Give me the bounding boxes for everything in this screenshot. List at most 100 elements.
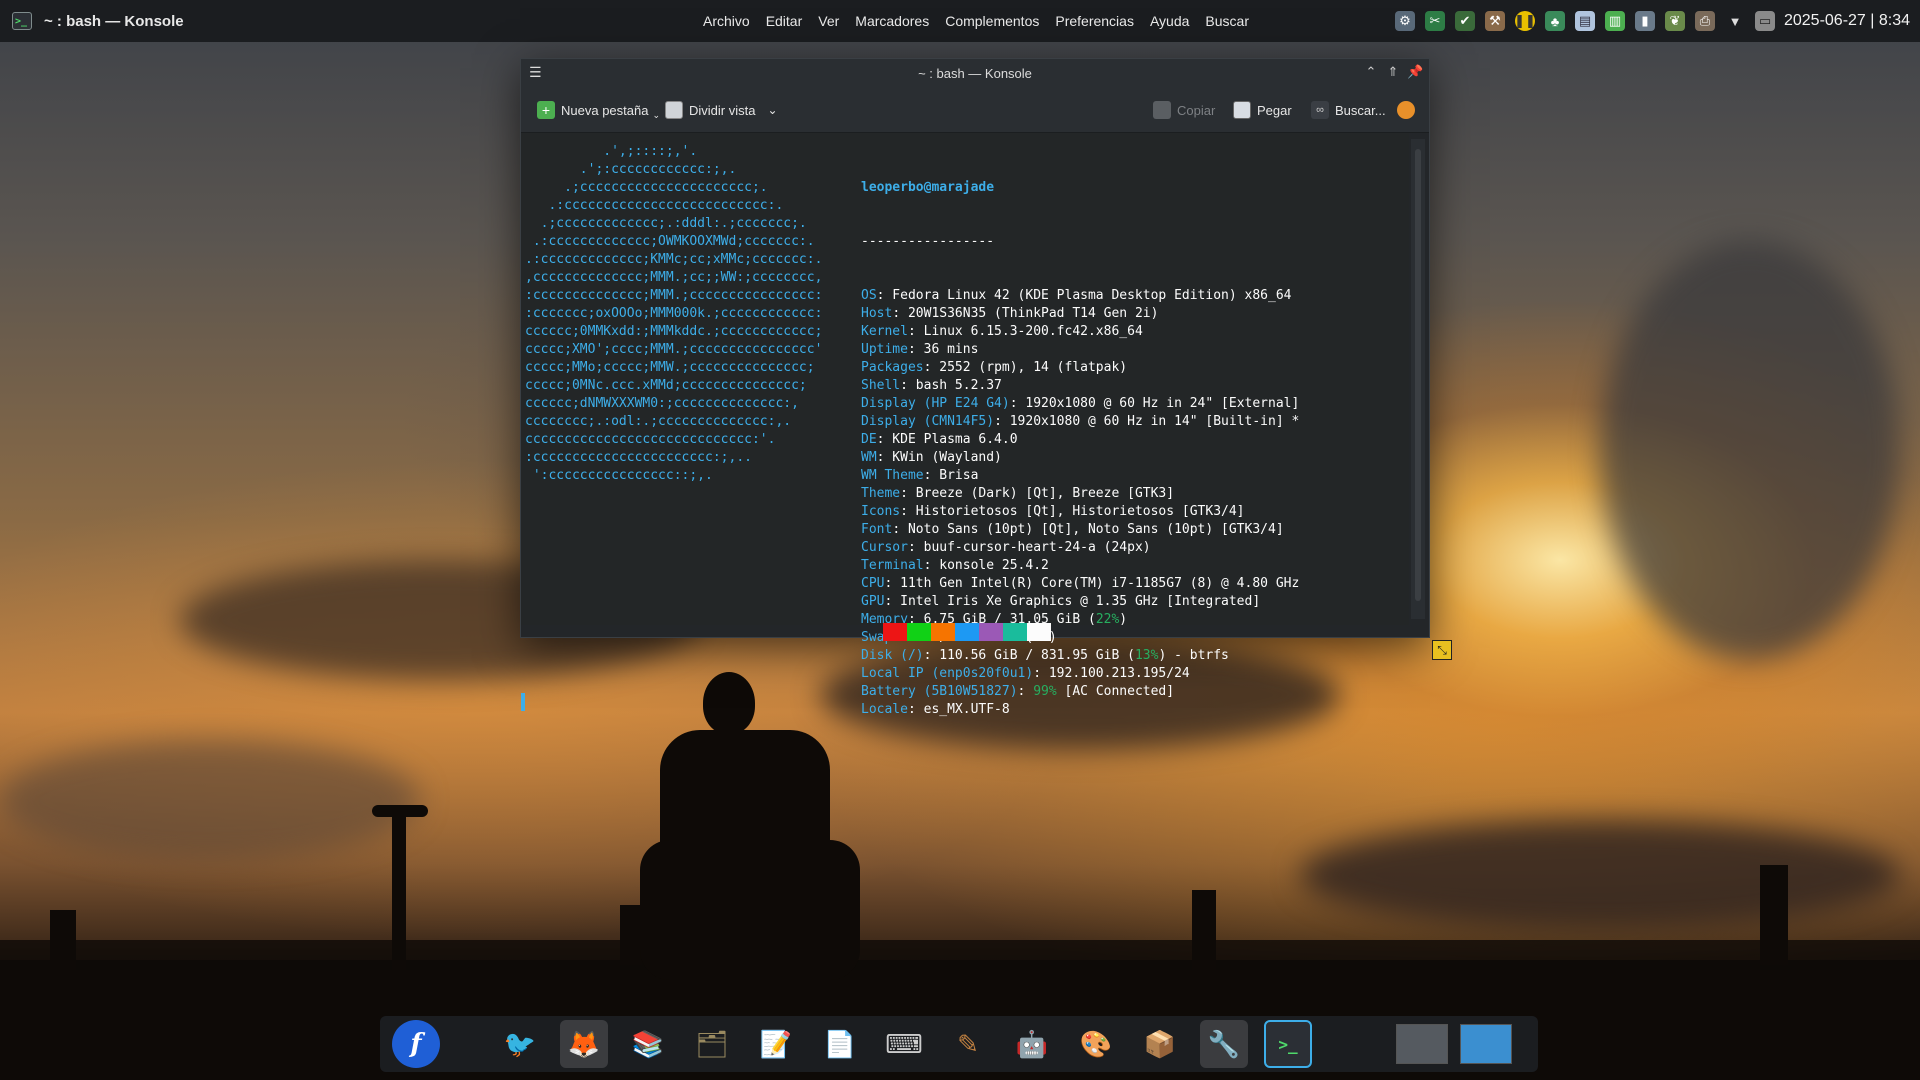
virtual-desktop-1[interactable] (1396, 1024, 1448, 1064)
logo-line: ccccc;XMO';cccc;MMM.;cccccccccccccccc' (525, 342, 823, 357)
file-manager-icon[interactable]: 🗂 (688, 1020, 736, 1068)
red-robot-icon[interactable]: 🤖 (1008, 1020, 1056, 1068)
bird-app-icon[interactable]: 🐦 (496, 1020, 544, 1068)
wifi-icon[interactable]: ▼ (1725, 11, 1745, 31)
info-key: Uptime (861, 342, 908, 357)
palette-swatch (1003, 623, 1027, 641)
app-launcher-icon[interactable]: 𝒇 (392, 1020, 440, 1068)
logo-line: .',;::::;,'. (525, 144, 698, 159)
info-tail: ) (1119, 612, 1128, 627)
terminal-icon[interactable]: >_ (1264, 1020, 1312, 1068)
logo-line: .;cccccccccccccccccccccc;. (525, 180, 768, 195)
chevron-down-icon[interactable]: ⌄ (767, 103, 777, 117)
menu-editar[interactable]: Editar (758, 13, 811, 29)
printer-icon[interactable]: ⎙ (1695, 11, 1715, 31)
split-view-icon (665, 101, 683, 119)
minimize-chevron-icon[interactable]: ⌃ (1363, 64, 1379, 80)
palette-swatch (979, 623, 1003, 641)
logo-line: :ccccccc;oxOOOo;MMM000k.;cccccccccccc: (525, 306, 823, 321)
post (1760, 865, 1788, 965)
info-line: Battery (5B10W51827): 99% [AC Connected] (861, 683, 1299, 701)
chart-icon[interactable]: ▥ (1605, 11, 1625, 31)
logo-line: ,cccccccccccccc;MMM.;cc;;WW:;cccccccc, (525, 270, 823, 285)
document-icon[interactable]: ▤ (1575, 11, 1595, 31)
network-icon[interactable]: ⚙ (1395, 11, 1415, 31)
leaf-icon[interactable]: ❦ (1665, 11, 1685, 31)
resize-grip-icon[interactable]: ⤡ (1432, 640, 1452, 660)
copy-button[interactable]: Copiar (1153, 87, 1215, 133)
info-key: Local IP (enp0s20f0u1) (861, 666, 1034, 681)
info-line: CPU: 11th Gen Intel(R) Core(TM) i7-1185G… (861, 575, 1299, 593)
menu-ver[interactable]: Ver (810, 13, 847, 29)
maximize-double-chevron-icon[interactable]: ⇑ (1385, 64, 1401, 80)
pause-icon[interactable]: ❚❚ (1514, 11, 1536, 31)
fedora-ascii-logo: .',;::::;,'. .';:cccccccccccc:;,. .;cccc… (525, 143, 822, 485)
menu-complementos[interactable]: Complementos (937, 13, 1047, 29)
group-icon[interactable]: ♣ (1545, 11, 1565, 31)
konsole-app-icon[interactable]: >_ (12, 12, 32, 30)
books-icon[interactable]: 📚 (624, 1020, 672, 1068)
palette-swatch (955, 623, 979, 641)
scrollbar-thumb[interactable] (1415, 149, 1421, 601)
tools-icon[interactable]: 🔧 (1200, 1020, 1248, 1068)
info-line: Shell: bash 5.2.37 (861, 377, 1299, 395)
find-button[interactable]: ∞ Buscar... (1311, 87, 1386, 133)
check-icon[interactable]: ✔ (1455, 11, 1475, 31)
info-line: Host: 20W1S36N35 (ThinkPad T14 Gen 2i) (861, 305, 1299, 323)
info-key: WM (861, 450, 877, 465)
info-key: Shell (861, 378, 901, 393)
display-icon[interactable]: ▭ (1755, 11, 1775, 31)
info-value: : KWin (Wayland) (876, 450, 1002, 465)
virtual-desktop-2[interactable] (1460, 1024, 1512, 1064)
find-label: Buscar... (1335, 102, 1386, 118)
new-tab-button[interactable]: + Nueva pestaña ⌄ (537, 87, 660, 133)
horizon-silhouette (0, 940, 1920, 970)
paste-label: Pegar (1257, 102, 1292, 118)
user-host: leoperbo@marajade (861, 180, 995, 195)
info-percent: 99% (1033, 684, 1057, 699)
menu-ayuda[interactable]: Ayuda (1142, 13, 1197, 29)
terminal-view[interactable]: .',;::::;,'. .';:cccccccccccc:;,. .;cccc… (521, 133, 1409, 717)
phone-icon[interactable]: ▮ (1635, 11, 1655, 31)
pen-icon[interactable]: ✎ (944, 1020, 992, 1068)
fox-browser-icon[interactable]: 🦊 (560, 1020, 608, 1068)
typewriter-icon[interactable]: ⌨ (880, 1020, 928, 1068)
logo-line: .:ccccccccccccc;OWMKOOXMWd;ccccccc:. (525, 234, 815, 249)
info-key: Kernel (861, 324, 908, 339)
window-titlebar[interactable]: ☰ ~ : bash — Konsole ⌃ ⇑ 📌 (521, 59, 1429, 87)
cloud (0, 740, 420, 860)
scissors-icon[interactable]: ✂ (1425, 11, 1445, 31)
paste-button[interactable]: Pegar (1233, 87, 1292, 133)
menu-preferencias[interactable]: Preferencias (1047, 13, 1142, 29)
info-line: Locale: es_MX.UTF-8 (861, 701, 1299, 719)
hamburger-menu-icon[interactable]: ☰ (529, 65, 543, 79)
info-key: Theme (861, 486, 901, 501)
tool-icon[interactable]: ⚒ (1485, 11, 1505, 31)
paint-palette-icon[interactable]: 🎨 (1072, 1020, 1120, 1068)
logo-line: .:cccccccccccccccccccccccccc:. (525, 198, 784, 213)
info-key: CPU (861, 576, 885, 591)
info-value: : konsole 25.4.2 (923, 558, 1049, 573)
paste-icon (1233, 101, 1251, 119)
info-line: Kernel: Linux 6.15.3-200.fc42.x86_64 (861, 323, 1299, 341)
menu-marcadores[interactable]: Marcadores (847, 13, 937, 29)
info-key: Terminal (861, 558, 924, 573)
cloud (1300, 820, 1900, 930)
logo-line: cccccccc;.:odl:.;cccccccccccccc:,. (525, 414, 792, 429)
info-line: Packages: 2552 (rpm), 14 (flatpak) (861, 359, 1299, 377)
package-icon[interactable]: 📦 (1136, 1020, 1184, 1068)
scrollbar-track[interactable] (1411, 139, 1425, 619)
clock[interactable]: 2025-06-27 | 8:34 (1784, 0, 1910, 42)
info-lines: OS: Fedora Linux 42 (KDE Plasma Desktop … (861, 287, 1299, 719)
logo-line: ':cccccccccccccccc::;,. (525, 468, 713, 483)
pin-icon[interactable]: 📌 (1407, 64, 1423, 80)
extra-menu-button[interactable] (1397, 87, 1415, 133)
info-key: OS (861, 288, 877, 303)
split-view-button[interactable]: Dividir vista ⌄ (665, 87, 778, 133)
info-value: : bash 5.2.37 (900, 378, 1002, 393)
menu-archivo[interactable]: Archivo (695, 13, 758, 29)
document-viewer-icon[interactable]: 📄 (816, 1020, 864, 1068)
info-key: Cursor (861, 540, 908, 555)
text-editor-icon[interactable]: 📝 (752, 1020, 800, 1068)
menu-buscar[interactable]: Buscar (1197, 13, 1257, 29)
